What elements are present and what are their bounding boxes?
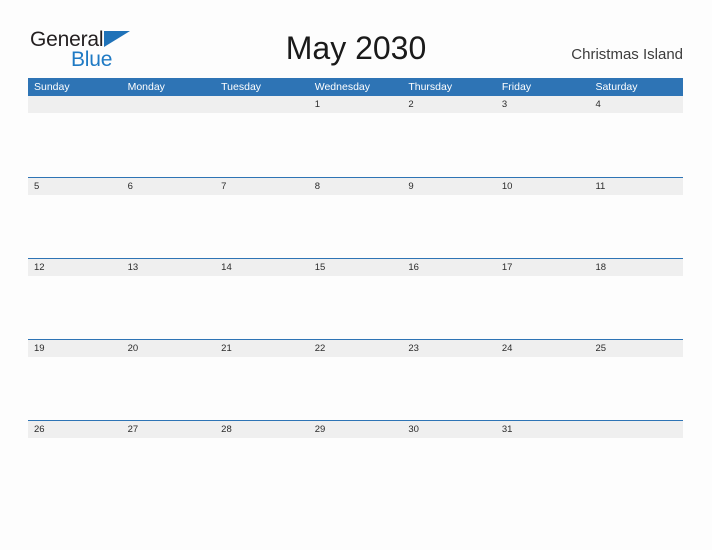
day-number: 30 bbox=[408, 424, 419, 435]
day-number: 3 bbox=[501, 99, 508, 110]
day-number: 7 bbox=[221, 181, 227, 192]
calendar-week-row: 19 20 21 22 23 24 25 bbox=[28, 339, 684, 420]
calendar-grid: Sunday Monday Tuesday Wednesday Thursday… bbox=[28, 78, 684, 501]
day-cell[interactable]: 6 bbox=[121, 178, 216, 258]
day-cell[interactable]: 18 bbox=[589, 259, 684, 339]
calendar-week-row: 26 27 28 29 30 31 bbox=[28, 420, 684, 501]
calendar-page: General Blue May 2030 Christmas Island S… bbox=[0, 0, 712, 550]
calendar-week-row: 5 6 7 8 9 10 11 bbox=[28, 177, 684, 258]
day-cell[interactable]: 14 bbox=[215, 259, 309, 339]
day-number: 9 bbox=[408, 181, 414, 192]
day-cell[interactable]: 12 bbox=[28, 259, 122, 339]
day-number: 25 bbox=[595, 343, 607, 354]
day-cell[interactable]: 21 bbox=[215, 340, 309, 420]
day-cell[interactable]: 9 bbox=[402, 178, 496, 258]
day-cell[interactable]: 10 bbox=[495, 178, 590, 258]
day-number: 28 bbox=[221, 424, 232, 435]
day-cell[interactable]: 16 bbox=[402, 259, 496, 339]
day-cell[interactable]: 30 bbox=[402, 421, 496, 501]
day-number: 20 bbox=[127, 343, 139, 354]
day-cell[interactable]: 31 bbox=[495, 421, 590, 501]
day-cell[interactable]: 4 bbox=[589, 96, 684, 176]
day-number-band bbox=[308, 96, 403, 113]
day-number: 8 bbox=[314, 181, 321, 192]
day-number: 12 bbox=[34, 262, 45, 273]
day-cell[interactable]: 24 bbox=[495, 340, 590, 420]
day-cell[interactable] bbox=[215, 96, 309, 176]
day-number-band bbox=[308, 178, 403, 195]
day-number: 15 bbox=[314, 262, 326, 273]
day-cell[interactable]: 22 bbox=[308, 340, 403, 420]
day-number-band bbox=[28, 178, 122, 195]
day-number-band bbox=[215, 178, 309, 195]
day-cell[interactable]: 1 bbox=[308, 96, 403, 176]
day-number: 1 bbox=[314, 99, 321, 110]
day-number: 10 bbox=[501, 181, 513, 192]
day-number-band bbox=[402, 178, 496, 195]
day-cell[interactable] bbox=[28, 96, 122, 176]
day-number: 2 bbox=[408, 99, 414, 110]
calendar-week-row: 12 13 14 15 16 17 18 bbox=[28, 258, 684, 339]
calendar-week-row: 1 2 3 4 bbox=[28, 96, 684, 177]
day-cell[interactable]: 2 bbox=[402, 96, 496, 176]
weekday-header-monday: Monday bbox=[127, 81, 165, 93]
day-number: 14 bbox=[221, 262, 232, 273]
day-cell[interactable]: 19 bbox=[28, 340, 122, 420]
day-cell[interactable]: 23 bbox=[402, 340, 496, 420]
day-cell[interactable]: 17 bbox=[495, 259, 590, 339]
day-number-band bbox=[495, 96, 590, 113]
day-cell[interactable]: 5 bbox=[28, 178, 122, 258]
location-label: Christmas Island bbox=[571, 46, 683, 63]
day-number: 23 bbox=[408, 343, 419, 354]
day-number: 11 bbox=[595, 181, 606, 192]
day-cell[interactable]: 27 bbox=[121, 421, 216, 501]
day-cell[interactable] bbox=[121, 96, 216, 176]
day-cell[interactable]: 29 bbox=[308, 421, 403, 501]
day-number: 16 bbox=[408, 262, 419, 273]
day-number: 4 bbox=[595, 99, 601, 110]
weekday-header-sunday: Sunday bbox=[34, 81, 70, 93]
weekday-header-friday: Friday bbox=[501, 81, 532, 93]
day-number: 31 bbox=[501, 424, 513, 435]
day-cell[interactable]: 15 bbox=[308, 259, 403, 339]
day-number: 6 bbox=[127, 181, 133, 192]
day-number: 17 bbox=[501, 262, 513, 273]
day-number-band bbox=[28, 96, 122, 113]
day-cell[interactable]: 20 bbox=[121, 340, 216, 420]
weekday-header-wednesday: Wednesday bbox=[314, 81, 370, 93]
day-number-band bbox=[121, 178, 216, 195]
day-number-band bbox=[121, 96, 216, 113]
day-number: 21 bbox=[221, 343, 232, 354]
day-number: 27 bbox=[127, 424, 139, 435]
day-number-band bbox=[589, 421, 684, 438]
day-number: 22 bbox=[314, 343, 326, 354]
day-number: 19 bbox=[34, 343, 45, 354]
weekday-header-thursday: Thursday bbox=[408, 81, 453, 93]
day-cell[interactable]: 28 bbox=[215, 421, 309, 501]
day-number: 24 bbox=[501, 343, 513, 354]
day-number: 18 bbox=[595, 262, 607, 273]
day-cell[interactable]: 8 bbox=[308, 178, 403, 258]
weekday-header-row: Sunday Monday Tuesday Wednesday Thursday… bbox=[28, 78, 683, 96]
day-cell[interactable]: 7 bbox=[215, 178, 309, 258]
day-cell[interactable]: 26 bbox=[28, 421, 122, 501]
day-number: 29 bbox=[314, 424, 326, 435]
weekday-header-saturday: Saturday bbox=[595, 81, 638, 93]
day-cell[interactable]: 13 bbox=[121, 259, 216, 339]
day-number: 5 bbox=[34, 181, 40, 192]
day-cell[interactable]: 25 bbox=[589, 340, 684, 420]
day-number-band bbox=[215, 96, 309, 113]
day-cell[interactable]: 11 bbox=[589, 178, 684, 258]
page-header: General Blue May 2030 Christmas Island bbox=[0, 0, 712, 78]
day-cell[interactable]: 3 bbox=[495, 96, 590, 176]
day-number-band bbox=[402, 96, 496, 113]
day-number: 13 bbox=[127, 262, 139, 273]
day-cell[interactable] bbox=[589, 421, 684, 501]
day-number: 26 bbox=[34, 424, 45, 435]
day-number-band bbox=[589, 96, 684, 113]
weekday-header-tuesday: Tuesday bbox=[221, 81, 262, 93]
